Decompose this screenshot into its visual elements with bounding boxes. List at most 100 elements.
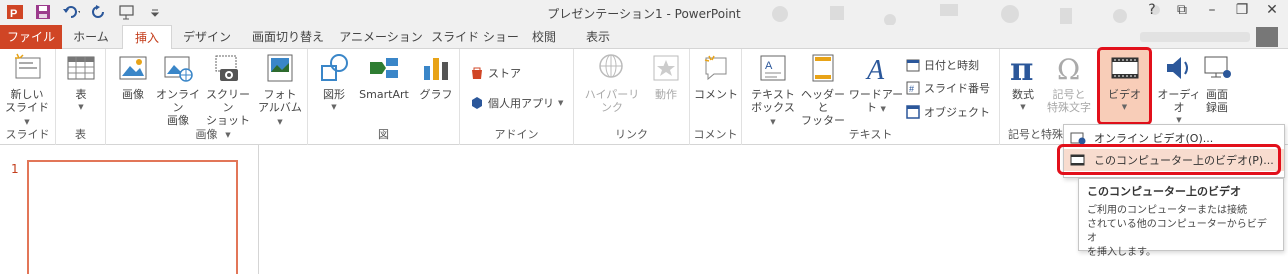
wordart-button[interactable]: A ワードアート ▼ [848, 52, 904, 116]
caret-icon: ▼ [78, 103, 84, 111]
user-account[interactable] [1140, 27, 1278, 47]
group-label-images: 画像 [195, 128, 218, 141]
symbol-button[interactable]: Ω 記号と 特殊文字 [1042, 52, 1096, 114]
slide-number: 1 [11, 162, 19, 176]
slide-thumbnail[interactable] [27, 160, 238, 274]
action-button[interactable]: 動作 [646, 52, 686, 101]
wordart-icon: A [860, 52, 892, 84]
help-button[interactable]: ? [1144, 2, 1160, 18]
textbox-button[interactable]: A テキスト ボックス ▼ [748, 52, 798, 129]
tab-review[interactable]: 校閲 [524, 25, 564, 49]
object-icon [906, 105, 920, 119]
wordart-label: ワードアート ▼ [848, 88, 904, 114]
textbox-label-2: ボックス ▼ [751, 101, 795, 126]
tab-animations[interactable]: アニメーション [338, 25, 424, 49]
action-star-icon [650, 52, 682, 84]
restore-button[interactable]: ❐ [1234, 2, 1250, 18]
group-slides: 新しい スライド ▼ スライド [0, 49, 56, 145]
picture-button[interactable]: 画像 [114, 52, 152, 101]
store-icon [472, 67, 482, 79]
caret-icon: ▼ [1020, 103, 1026, 111]
screen-recording-icon [1201, 52, 1233, 84]
tooltip-body: ご利用のコンピューターまたは接続 されている他のコンピューターからビデオ を挿入… [1087, 205, 1267, 258]
menu-item-highlight [1057, 144, 1281, 175]
calendar-icon [906, 59, 920, 72]
tooltip-title: このコンピューター上のビデオ [1087, 185, 1241, 198]
avatar [1256, 27, 1278, 47]
photo-album-icon [264, 52, 296, 84]
group-tables: 表 ▼ 表 [56, 49, 106, 145]
online-video-icon [1070, 132, 1086, 145]
minimize-button[interactable]: – [1204, 2, 1220, 18]
header-footer-icon [807, 52, 839, 84]
speaker-icon [1163, 52, 1195, 84]
my-apps-icon [472, 97, 482, 109]
group-images: 画像 オンライン 画像 スクリーン ショット ▼ フォト アルバム ▼ 画像 [106, 49, 308, 145]
title-bar: P プレゼンテーション1 - PowerPoint ? ⧉ – ❐ ✕ [0, 0, 1288, 26]
group-text: A テキスト ボックス ▼ ヘッダーと フッター A ワードアート ▼ 日付と時… [742, 49, 1000, 145]
svg-text:#: # [909, 84, 914, 94]
equation-button[interactable]: π 数式 ▼ [1004, 52, 1042, 114]
new-slide-button[interactable]: 新しい スライド ▼ [4, 52, 50, 129]
comment-button[interactable]: コメント [694, 52, 738, 101]
date-time-button[interactable]: 日付と時刻 [906, 57, 979, 73]
video-button-highlight [1097, 47, 1152, 125]
smartart-icon [368, 52, 400, 84]
hyperlink-button[interactable]: ハイパーリンク [580, 52, 644, 114]
slide-number-button[interactable]: # スライド番号 [906, 80, 990, 96]
tab-home[interactable]: ホーム [62, 25, 120, 49]
shapes-button[interactable]: 図形 ▼ [314, 52, 354, 114]
group-label-comments: コメント [693, 128, 738, 141]
screen-recording-button[interactable]: 画面 録画 [1198, 52, 1236, 114]
tab-slideshow[interactable]: スライド ショー [430, 25, 520, 49]
svg-text:A: A [865, 55, 885, 84]
group-label-addins: アドイン [494, 128, 539, 141]
ribbon-display-options-button[interactable]: ⧉ [1174, 2, 1190, 18]
user-name-placeholder [1140, 32, 1250, 42]
table-icon [65, 52, 97, 84]
shapes-icon [318, 52, 350, 84]
window-controls: ? ⧉ – ❐ ✕ [1144, 2, 1280, 18]
new-slide-label-2: スライド ▼ [5, 101, 49, 126]
tab-file[interactable]: ファイル [0, 25, 62, 49]
textbox-icon: A [757, 52, 789, 84]
tab-view[interactable]: 表示 [578, 25, 618, 49]
caret-icon: ▼ [331, 103, 337, 111]
picture-icon [117, 52, 149, 84]
object-button[interactable]: オブジェクト [906, 104, 990, 120]
header-footer-button[interactable]: ヘッダーと フッター [796, 52, 850, 127]
ribbon-tabs: ファイル ホーム 挿入 デザイン 画面切り替え アニメーション スライド ショー… [0, 25, 1288, 50]
hyperlink-icon [596, 52, 628, 84]
slide-thumbnail-pane[interactable]: 1 [0, 145, 259, 274]
photo-album-button[interactable]: フォト アルバム ▼ [254, 52, 306, 129]
online-pictures-button[interactable]: オンライン 画像 [154, 52, 202, 127]
comment-icon [700, 52, 732, 84]
chart-button[interactable]: グラフ [416, 52, 456, 101]
table-button[interactable]: 表 ▼ [64, 52, 98, 114]
group-label-slides: スライド [5, 128, 50, 141]
my-apps-button[interactable]: 個人用アプリ ▼ [470, 95, 563, 111]
group-comments: コメント コメント [690, 49, 742, 145]
svg-text:Ω: Ω [1057, 53, 1080, 84]
smartart-button[interactable]: SmartArt [354, 52, 414, 101]
audio-button[interactable]: オーディオ ▼ [1155, 52, 1203, 127]
tab-design[interactable]: デザイン [176, 25, 238, 49]
pi-icon: π [1007, 52, 1039, 84]
chart-icon [420, 52, 452, 84]
close-button[interactable]: ✕ [1264, 2, 1280, 18]
photo-album-label-2: アルバム ▼ [258, 101, 302, 126]
svg-text:A: A [765, 60, 773, 72]
group-label-tables: 表 [75, 128, 86, 141]
slide-number-icon: # [906, 81, 920, 95]
screenshot-icon [212, 52, 244, 84]
tooltip: このコンピューター上のビデオ ご利用のコンピューターまたは接続 されている他のコ… [1078, 178, 1284, 258]
store-button[interactable]: ストア [470, 65, 521, 81]
tab-transitions[interactable]: 画面切り替え [244, 25, 332, 49]
svg-text:π: π [1010, 52, 1033, 84]
group-addins: ストア 個人用アプリ ▼ アドイン [460, 49, 574, 145]
group-links: ハイパーリンク 動作 リンク [574, 49, 690, 145]
new-slide-icon [11, 52, 43, 84]
group-label-links: リンク [615, 128, 648, 141]
tab-insert[interactable]: 挿入 [122, 25, 172, 50]
group-illustrations: 図形 ▼ SmartArt グラフ 図 [308, 49, 460, 145]
